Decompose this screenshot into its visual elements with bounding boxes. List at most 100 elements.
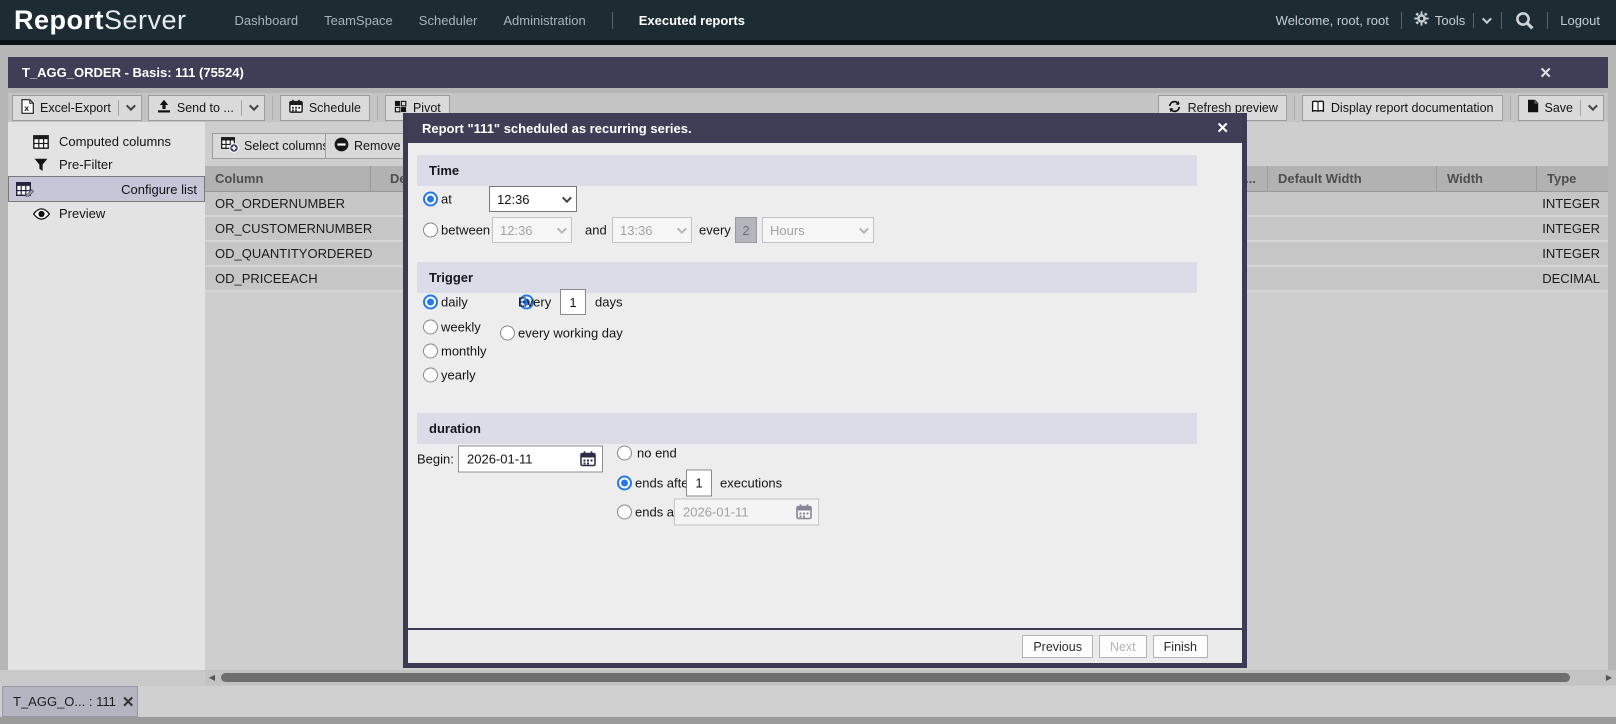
scroll-left-icon[interactable]: ◀ — [205, 670, 219, 685]
calendar-icon — [796, 504, 812, 520]
column-name-cell: OD_QUANTITYORDERED — [215, 242, 372, 266]
column-header-column[interactable]: Column — [205, 166, 371, 191]
chevron-down-icon[interactable] — [126, 101, 136, 111]
interval-unit-value: Hours — [770, 223, 805, 238]
window-close-icon[interactable]: ✕ — [1539, 64, 1552, 82]
ends-after-label: ends after — [635, 475, 693, 490]
save-button[interactable]: Save — [1518, 95, 1605, 121]
save-label: Save — [1545, 101, 1574, 115]
dialog-close-icon[interactable]: ✕ — [1216, 119, 1229, 137]
radio-ends-after[interactable] — [617, 475, 632, 490]
previous-button[interactable]: Previous — [1022, 635, 1093, 658]
ends-at-label: ends at — [635, 504, 678, 519]
column-type-cell: INTEGER — [1542, 217, 1600, 241]
column-header-type[interactable]: Type — [1537, 166, 1608, 191]
radio-monthly[interactable] — [423, 344, 438, 359]
report-window-titlebar: T_AGG_ORDER - Basis: 111 (75524) ✕ — [8, 57, 1608, 88]
nav-dashboard[interactable]: Dashboard — [235, 13, 299, 28]
search-icon[interactable] — [1514, 10, 1535, 31]
radio-daily[interactable] — [423, 295, 438, 310]
scrollbar-thumb[interactable] — [221, 673, 1570, 682]
select-columns-button[interactable]: Select columns — [212, 133, 338, 159]
radio-at[interactable] — [423, 192, 438, 207]
between-to-select: 13:36 — [612, 217, 692, 243]
nav-right: Welcome, root, root Tools Logout — [1276, 10, 1600, 31]
column-header-width[interactable]: Width — [1437, 166, 1537, 191]
and-label: and — [585, 223, 607, 238]
nav-administration[interactable]: Administration — [503, 13, 585, 28]
logo-light: Server — [104, 5, 187, 35]
between-from-value: 12:36 — [500, 223, 533, 238]
column-type-cell: INTEGER — [1542, 192, 1600, 216]
between-from-select: 12:36 — [492, 217, 572, 243]
scroll-right-icon[interactable]: ▶ — [1602, 670, 1616, 685]
days-input[interactable] — [560, 289, 586, 315]
nav-separator — [1501, 12, 1502, 29]
sidebar-item-pre-filter[interactable]: Pre-Filter — [8, 153, 205, 176]
chevron-down-icon[interactable] — [1482, 14, 1492, 24]
scheduler-dialog: Report "111" scheduled as recurring seri… — [403, 113, 1247, 668]
reportserver-logo[interactable]: ReportServer — [14, 5, 187, 36]
sidebar-item-preview[interactable]: Preview — [8, 202, 205, 225]
executions-input[interactable] — [686, 469, 712, 496]
minus-circle-icon — [334, 137, 349, 155]
schedule-button[interactable]: Schedule — [280, 95, 370, 121]
excel-export-button[interactable]: x Excel-Export — [12, 95, 142, 121]
radio-no-end[interactable] — [617, 446, 632, 461]
chevron-down-icon — [677, 224, 687, 234]
column-type-cell: INTEGER — [1542, 242, 1600, 266]
nav-executed-reports[interactable]: Executed reports — [639, 13, 745, 28]
report-tab-label: T_AGG_O... : 111 — [13, 694, 116, 709]
svg-text:x: x — [24, 103, 29, 113]
chevron-down-icon — [859, 224, 869, 234]
radio-ends-at[interactable] — [617, 504, 632, 519]
book-icon — [1311, 100, 1325, 116]
tab-close-icon[interactable]: ✕ — [122, 693, 135, 711]
radio-yearly[interactable] — [423, 368, 438, 383]
daily-label: daily — [441, 295, 468, 310]
schedule-label: Schedule — [309, 101, 361, 115]
sidebar-item-configure-list[interactable]: Configure list — [8, 176, 205, 202]
logout-link[interactable]: Logout — [1560, 13, 1600, 28]
chevron-down-icon — [562, 193, 572, 203]
sidebar-item-computed-columns[interactable]: Computed columns — [8, 130, 205, 153]
executions-label: executions — [720, 475, 782, 490]
at-time-select[interactable]: 12:36 — [489, 186, 577, 212]
report-tab[interactable]: T_AGG_O... : 111 ✕ — [2, 686, 138, 717]
report-sidebar: Computed columns Pre-Filter Configure li… — [8, 122, 205, 670]
radio-between[interactable] — [423, 223, 438, 238]
welcome-text: Welcome, root, root — [1276, 13, 1389, 28]
dialog-titlebar: Report "111" scheduled as recurring seri… — [408, 113, 1242, 143]
column-header-default-width[interactable]: Default Width — [1268, 166, 1437, 191]
bottom-tabbar: T_AGG_O... : 111 ✕ — [0, 686, 1616, 717]
yearly-label: yearly — [441, 368, 476, 383]
column-name-cell: OD_PRICEEACH — [215, 267, 318, 291]
nav-scheduler[interactable]: Scheduler — [419, 13, 478, 28]
chevron-down-icon[interactable] — [1588, 101, 1598, 111]
dialog-title: Report "111" scheduled as recurring seri… — [422, 121, 692, 136]
finish-button[interactable]: Finish — [1153, 635, 1208, 658]
sidebar-item-label: Configure list — [121, 182, 197, 197]
no-end-label: no end — [637, 446, 677, 461]
interval-unit-select: Hours — [762, 217, 874, 243]
tools-label: Tools — [1435, 13, 1465, 28]
tools-menu[interactable]: Tools — [1414, 11, 1489, 29]
days-label: days — [595, 295, 622, 310]
nav-teamspace[interactable]: TeamSpace — [324, 13, 393, 28]
next-button: Next — [1099, 635, 1147, 658]
nav-separator — [1401, 12, 1402, 29]
calendar-icon — [289, 99, 303, 116]
select-columns-label: Select columns — [244, 139, 329, 153]
horizontal-scrollbar[interactable]: ◀ ▶ — [205, 670, 1616, 685]
display-documentation-label: Display report documentation — [1331, 101, 1494, 115]
send-to-label: Send to ... — [177, 101, 234, 115]
navbar-shadow — [0, 40, 1616, 45]
display-documentation-button[interactable]: Display report documentation — [1302, 95, 1503, 121]
send-to-button[interactable]: Send to ... — [148, 95, 265, 121]
nav-separator — [1547, 12, 1548, 29]
chevron-down-icon[interactable] — [249, 101, 259, 111]
chevron-down-icon — [557, 224, 567, 234]
every-n-label: Every — [518, 295, 551, 310]
nav-separator — [612, 12, 613, 29]
main-nav: Dashboard TeamSpace Scheduler Administra… — [235, 12, 745, 29]
